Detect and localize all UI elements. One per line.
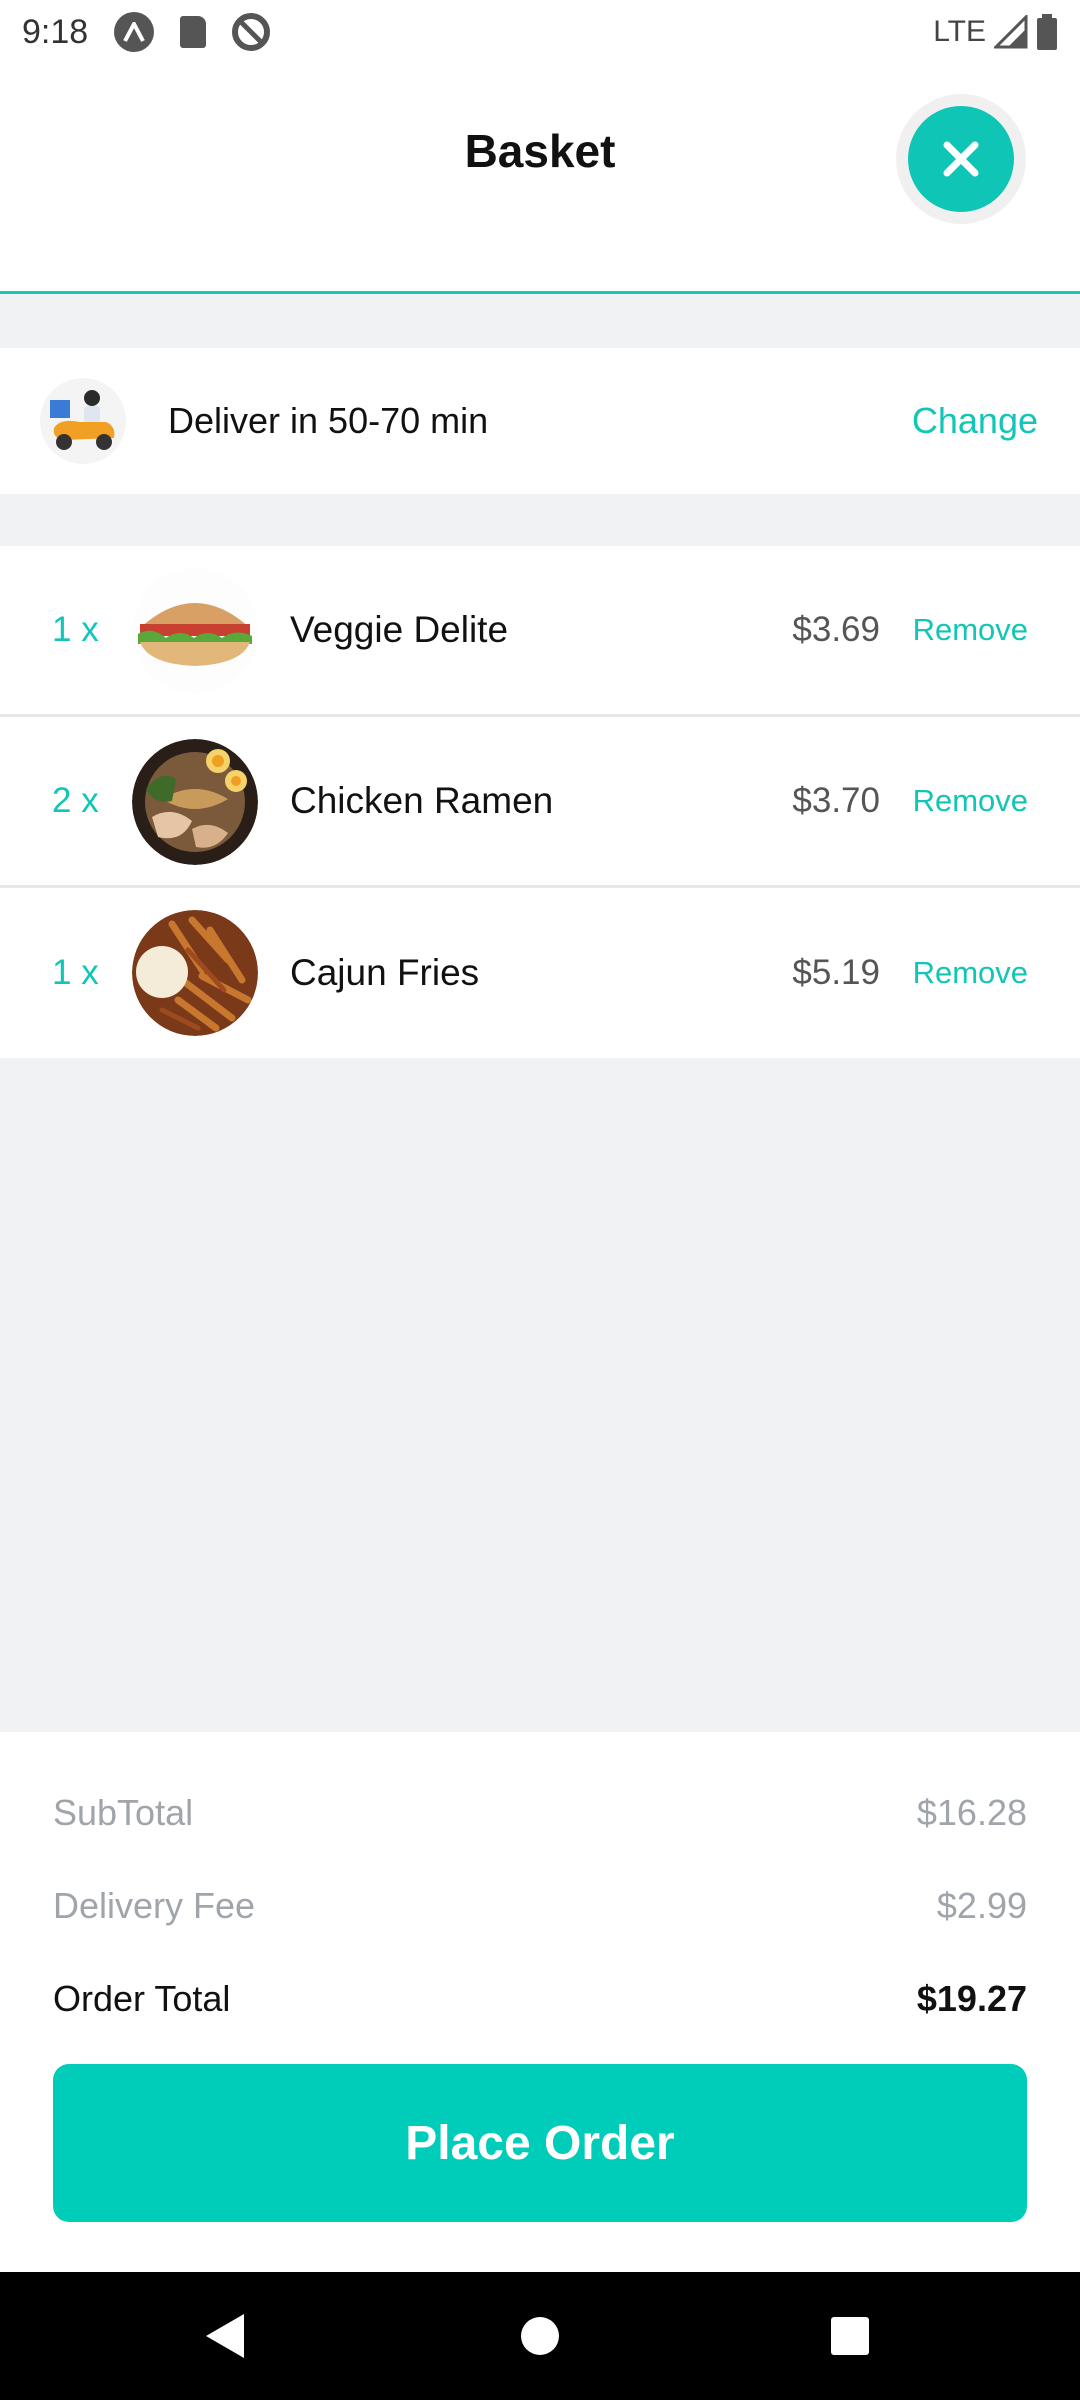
item-price: $3.69 [792, 610, 880, 649]
close-button[interactable] [908, 106, 1014, 212]
sandwich-image [132, 568, 258, 694]
home-button[interactable] [480, 2272, 600, 2400]
remove-item-button[interactable]: Remove [913, 717, 1028, 885]
subtotal-label: SubTotal [53, 1792, 194, 1833]
order-total-value: $19.27 [916, 1978, 1027, 2019]
subtotal-row: SubTotal $16.28 [53, 1792, 1027, 1834]
recents-button[interactable] [790, 2272, 910, 2400]
ramen-image [132, 739, 258, 865]
item-name: Veggie Delite [290, 609, 509, 650]
close-button-wrap [896, 94, 1026, 224]
network-type: LTE [933, 15, 986, 48]
remove-item-button[interactable]: Remove [913, 888, 1028, 1058]
item-name: Chicken Ramen [290, 780, 554, 821]
sd-card-icon [180, 16, 207, 48]
delivery-scooter-icon [40, 378, 126, 464]
delivery-row: Deliver in 50-70 min Change [0, 348, 1080, 494]
delivery-fee-row: Delivery Fee $2.99 [53, 1885, 1027, 1927]
signal-icon [994, 15, 1028, 49]
change-delivery-button[interactable]: Change [912, 348, 1038, 494]
item-price: $3.70 [792, 781, 880, 820]
basket-item: 1 x Cajun Fries $5.19 Remove [0, 888, 1080, 1058]
header: Basket [0, 64, 1080, 294]
recents-icon [831, 2317, 869, 2355]
item-quantity: 2 x [52, 781, 99, 820]
order-summary: SubTotal $16.28 Delivery Fee $2.99 Order… [0, 1732, 1080, 2272]
delivery-fee-label: Delivery Fee [53, 1885, 256, 1926]
order-total-row: Order Total $19.27 [53, 1978, 1027, 2020]
delivery-fee-value: $2.99 [936, 1885, 1027, 1926]
item-name: Cajun Fries [290, 952, 480, 993]
subtotal-value: $16.28 [916, 1792, 1027, 1833]
battery-icon [1036, 14, 1058, 50]
basket-items: 1 x Veggie Delite $3.69 Remove 2 x Chick… [0, 546, 1080, 1058]
status-bar: 9:18 LTE [0, 0, 1080, 64]
order-total-label: Order Total [53, 1978, 231, 2019]
fries-image [132, 910, 258, 1036]
back-button[interactable] [166, 2272, 286, 2400]
item-quantity: 1 x [52, 610, 99, 649]
close-icon [943, 141, 979, 177]
remove-item-button[interactable]: Remove [913, 546, 1028, 714]
item-quantity: 1 x [52, 953, 99, 992]
delivery-time-text: Deliver in 50-70 min [168, 400, 489, 441]
basket-item: 2 x Chicken Ramen $3.70 Remove [0, 717, 1080, 888]
home-icon [521, 2317, 559, 2355]
place-order-button[interactable]: Place Order [53, 2064, 1027, 2222]
item-price: $5.19 [792, 953, 880, 992]
status-time: 9:18 [22, 12, 89, 51]
back-icon [206, 2314, 244, 2358]
autofill-icon [114, 12, 155, 52]
data-saver-icon [232, 13, 271, 51]
navigation-bar [0, 2272, 1080, 2400]
basket-item: 1 x Veggie Delite $3.69 Remove [0, 546, 1080, 717]
